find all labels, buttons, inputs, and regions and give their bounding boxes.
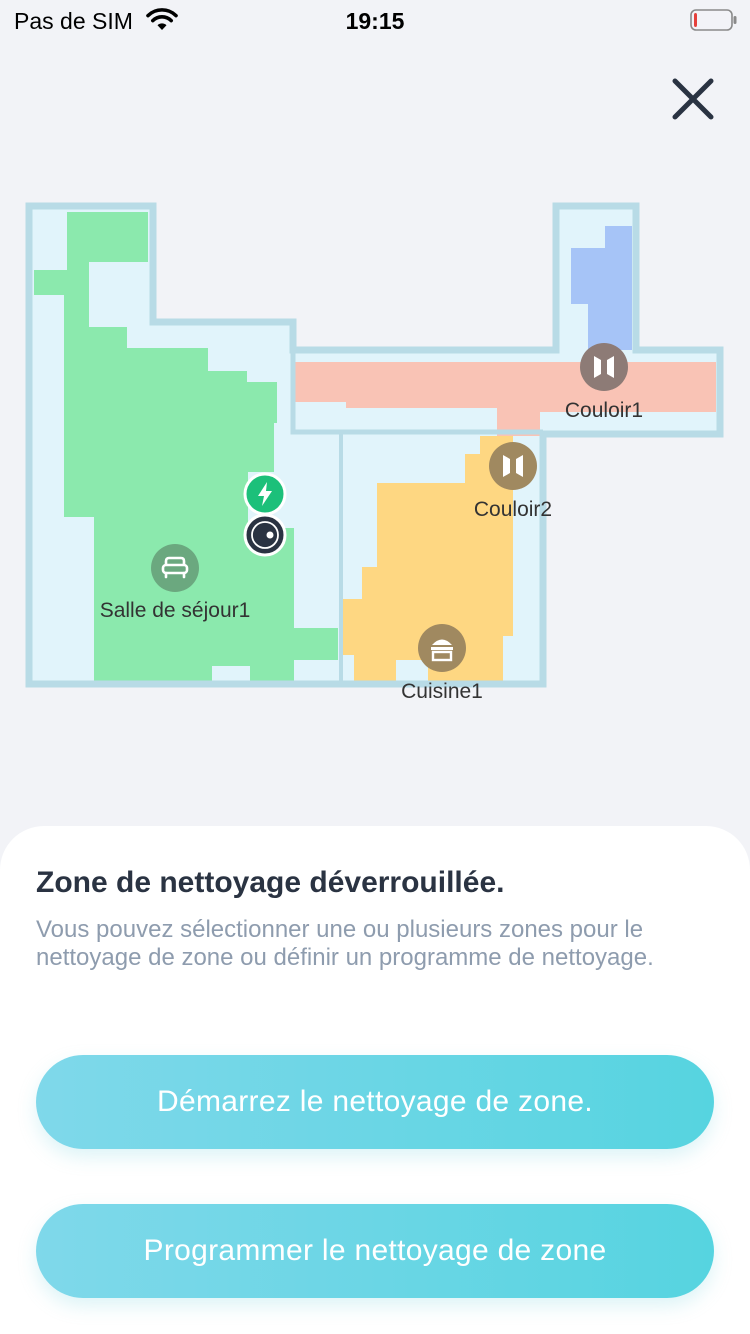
start-zone-cleaning-button[interactable]: Démarrez le nettoyage de zone. xyxy=(36,1055,714,1149)
clock: 19:15 xyxy=(345,8,405,34)
schedule-zone-cleaning-button[interactable]: Programmer le nettoyage de zone xyxy=(36,1204,714,1298)
door-icon[interactable] xyxy=(489,442,537,490)
sofa-icon[interactable] xyxy=(151,544,199,592)
floor-plan xyxy=(25,202,724,688)
floor-map[interactable]: Salle de séjour1 Couloir1 Couloir2 Cuisi… xyxy=(0,190,750,720)
sheet-description: Vous pouvez sélectionner une ou plusieur… xyxy=(36,916,654,971)
close-icon[interactable] xyxy=(664,70,722,128)
stove-icon[interactable] xyxy=(418,624,466,672)
battery-icon xyxy=(690,9,737,31)
bottom-sheet: Zone de nettoyage déverrouillée. Vous po… xyxy=(0,826,750,1334)
room-label-couloir1: Couloir1 xyxy=(564,399,644,422)
screen: Pas de SIM 19:15 Salle de séjour1 Couloi… xyxy=(0,0,750,1334)
room-label-cuisine: Cuisine1 xyxy=(401,680,483,703)
charging-dock-icon xyxy=(243,472,287,516)
door-icon[interactable] xyxy=(580,343,628,391)
status-bar: Pas de SIM 19:15 xyxy=(0,0,750,40)
robot-vacuum-icon[interactable] xyxy=(243,513,287,557)
room-label-salle-de-sejour: Salle de séjour1 xyxy=(99,599,251,622)
room-label-couloir2: Couloir2 xyxy=(473,498,553,521)
sheet-title: Zone de nettoyage déverrouillée. xyxy=(36,866,505,899)
